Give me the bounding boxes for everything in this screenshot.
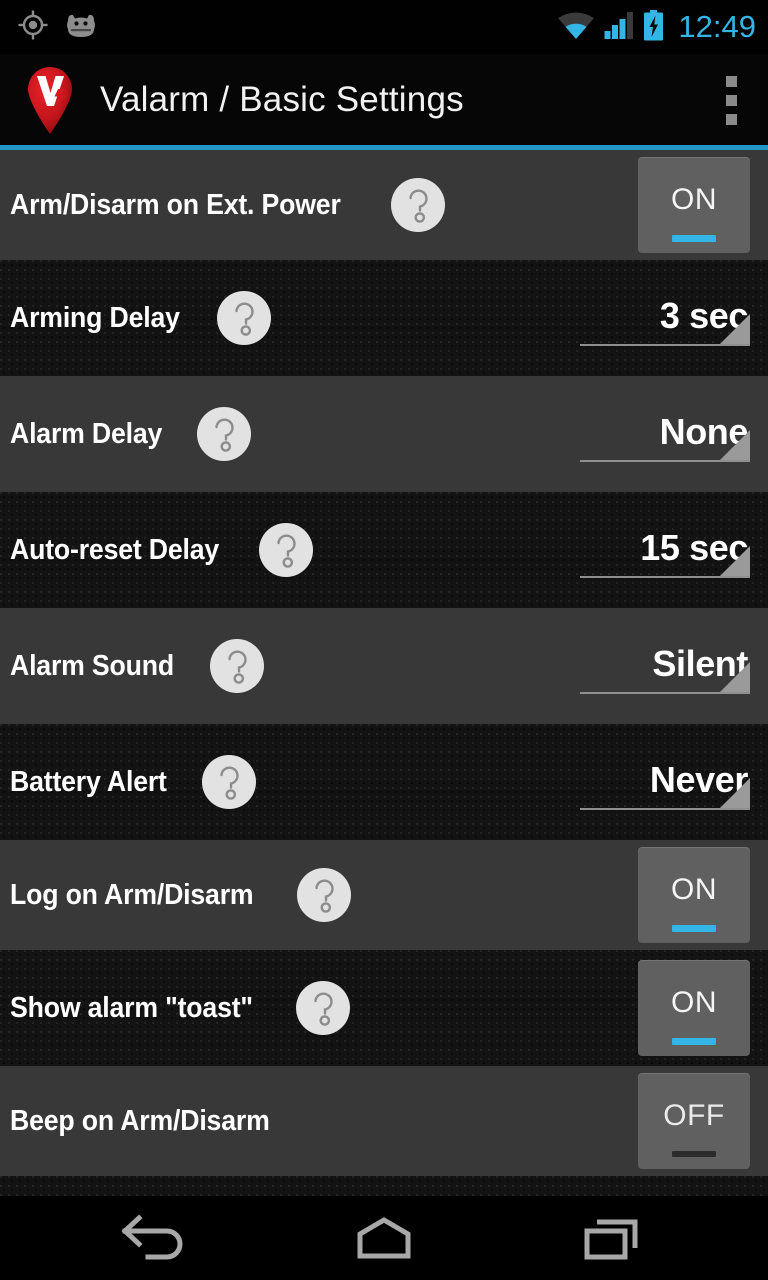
overflow-dot — [725, 94, 737, 106]
chevron-down-icon — [720, 430, 750, 460]
toggle-label: OFF — [663, 1099, 725, 1132]
settings-row-left: Arming Delay — [10, 291, 580, 345]
dropdown-spinner[interactable]: Never — [580, 734, 750, 830]
toggle-label: ON — [671, 986, 717, 1019]
toggle-button[interactable]: ON — [638, 847, 750, 943]
settings-list[interactable]: Arm/Disarm on Ext. Power ON Arming Delay 3 … — [0, 150, 768, 1196]
spinner-underline — [580, 460, 750, 462]
settings-row[interactable]: Alarm Sound Silent — [0, 608, 768, 724]
settings-row-control — [580, 1176, 750, 1196]
settings-row-label: Beep on Arm/Disarm — [10, 1104, 270, 1137]
home-icon[interactable] — [309, 1203, 459, 1273]
chevron-down-icon — [720, 546, 750, 576]
settings-row[interactable]: Battery Alert Never — [0, 724, 768, 840]
chevron-down-icon — [720, 314, 750, 344]
action-bar: Valarm / Basic Settings — [0, 55, 768, 145]
settings-row-label: Alarm Delay — [10, 417, 163, 450]
settings-row[interactable]: Log on Arm/Disarm ON — [0, 840, 768, 950]
toggle-label: ON — [671, 873, 717, 906]
settings-row-control: Silent — [580, 618, 750, 714]
signal-icon — [604, 10, 634, 45]
help-icon[interactable] — [296, 981, 351, 1035]
settings-row-left: Auto-reset Delay — [10, 523, 580, 577]
settings-row-partial[interactable] — [0, 1176, 768, 1196]
settings-row-control: ON — [638, 960, 750, 1056]
status-bar-left-icons — [18, 10, 98, 45]
settings-row-label: Auto-reset Delay — [10, 533, 220, 566]
dropdown-spinner[interactable] — [580, 1176, 750, 1196]
wifi-icon — [557, 10, 595, 45]
help-icon[interactable] — [202, 755, 257, 809]
valarm-pin-logo — [22, 63, 78, 135]
recents-icon[interactable] — [538, 1203, 688, 1273]
navigation-bar — [0, 1196, 768, 1280]
settings-row[interactable]: Show alarm "toast" ON — [0, 950, 768, 1066]
settings-row-label: Battery Alert — [10, 765, 167, 798]
help-icon[interactable] — [210, 639, 265, 693]
status-bar-right-icons: 12:49 — [557, 9, 756, 46]
status-bar-clock: 12:49 — [678, 9, 756, 44]
settings-row-control: OFF — [638, 1073, 750, 1169]
settings-row-control: Never — [580, 734, 750, 830]
settings-row-label: Log on Arm/Disarm — [10, 878, 254, 911]
settings-row[interactable]: Arming Delay 3 sec — [0, 260, 768, 376]
settings-row-control: 3 sec — [580, 270, 750, 366]
toggle-state-bar — [672, 925, 716, 932]
page-title: Valarm / Basic Settings — [100, 80, 464, 119]
settings-row-left: Battery Alert — [10, 755, 580, 809]
spinner-underline — [580, 808, 750, 810]
settings-row-left: Log on Arm/Disarm — [10, 868, 638, 922]
help-icon[interactable] — [391, 178, 446, 232]
spinner-underline — [580, 344, 750, 346]
dropdown-spinner[interactable]: Silent — [580, 618, 750, 714]
settings-row-left: Arm/Disarm on Ext. Power — [10, 178, 638, 232]
settings-row-left: Show alarm "toast" — [10, 981, 638, 1035]
spinner-underline — [580, 692, 750, 694]
settings-row-label: Arm/Disarm on Ext. Power — [10, 188, 341, 221]
dropdown-spinner[interactable]: 3 sec — [580, 270, 750, 366]
toggle-label: ON — [671, 183, 717, 216]
help-icon[interactable] — [259, 523, 314, 577]
help-icon[interactable] — [296, 868, 351, 922]
settings-row-left: Alarm Delay — [10, 407, 580, 461]
chevron-down-icon — [720, 662, 750, 692]
settings-row-left: Alarm Sound — [10, 639, 580, 693]
help-icon[interactable] — [216, 291, 271, 345]
settings-row-label: Alarm Sound — [10, 649, 175, 682]
toggle-button[interactable]: ON — [638, 157, 750, 253]
settings-row-control: 15 sec — [580, 502, 750, 598]
overflow-dot — [725, 75, 737, 87]
toggle-button[interactable]: ON — [638, 960, 750, 1056]
toggle-state-bar — [672, 235, 716, 242]
status-bar: 12:49 — [0, 0, 768, 55]
back-icon[interactable] — [80, 1203, 230, 1273]
android-face-icon — [64, 11, 98, 44]
battery-charging-icon — [643, 9, 664, 46]
settings-row-label: Arming Delay — [10, 301, 180, 334]
dropdown-spinner[interactable]: 15 sec — [580, 502, 750, 598]
gps-icon — [18, 10, 48, 45]
toggle-state-bar — [672, 1038, 716, 1045]
settings-row-left: Beep on Arm/Disarm — [10, 1105, 638, 1138]
settings-row[interactable]: Auto-reset Delay 15 sec — [0, 492, 768, 608]
overflow-dot — [725, 113, 737, 125]
settings-row-control: ON — [638, 847, 750, 943]
settings-row-control: None — [580, 386, 750, 482]
settings-row-control: ON — [638, 157, 750, 253]
help-icon[interactable] — [197, 407, 252, 461]
dropdown-spinner[interactable]: None — [580, 386, 750, 482]
toggle-state-bar — [672, 1151, 716, 1157]
overflow-menu-icon[interactable] — [708, 69, 754, 131]
spinner-underline — [580, 576, 750, 578]
settings-row[interactable]: Beep on Arm/Disarm OFF — [0, 1066, 768, 1176]
settings-row[interactable]: Alarm Delay None — [0, 376, 768, 492]
settings-row[interactable]: Arm/Disarm on Ext. Power ON — [0, 150, 768, 260]
chevron-down-icon — [720, 778, 750, 808]
settings-row-label: Show alarm "toast" — [10, 991, 253, 1024]
toggle-button[interactable]: OFF — [638, 1073, 750, 1169]
